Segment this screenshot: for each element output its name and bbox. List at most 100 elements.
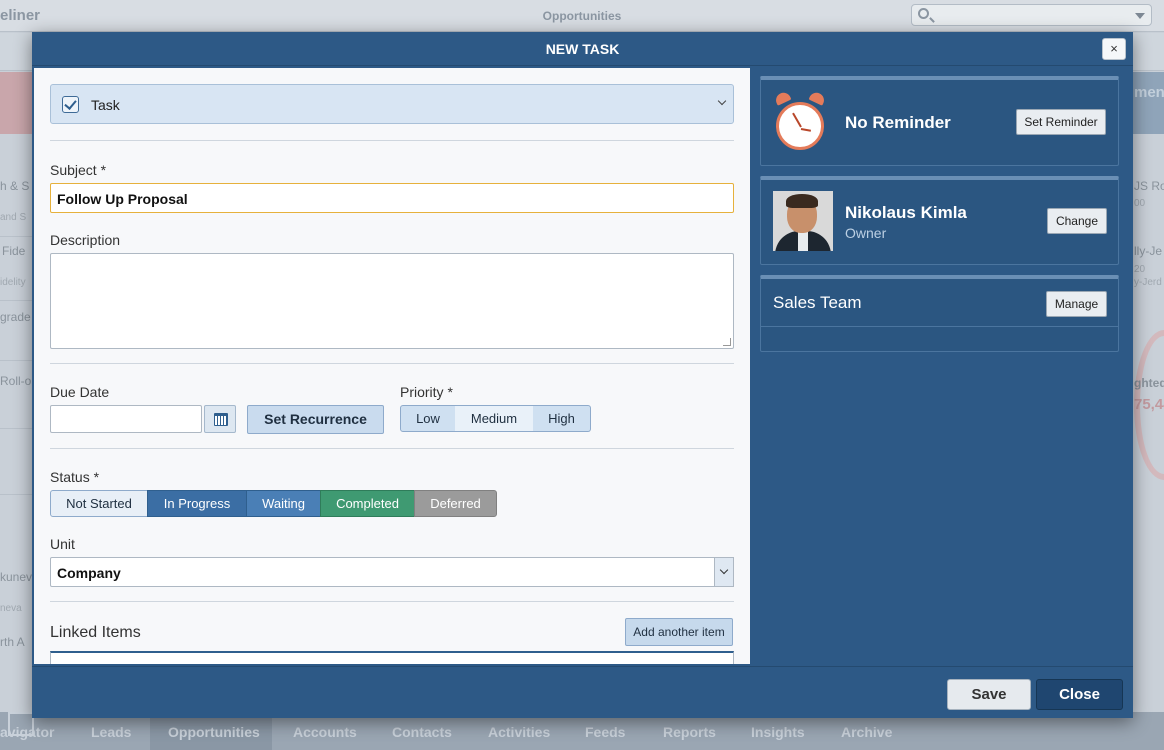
close-icon: × [1110, 41, 1118, 56]
nav-item-accounts[interactable]: Accounts [293, 724, 357, 740]
status-waiting-option[interactable]: Waiting [246, 490, 321, 517]
background-row-subtext: idelity [0, 277, 26, 288]
background-right-label: ghted [1134, 376, 1164, 390]
linked-items-title: Linked Items [50, 624, 141, 641]
owner-role: Owner [845, 225, 887, 241]
dialog-footer: Save Close [32, 666, 1133, 718]
background-row-text: h & S [0, 179, 30, 193]
nav-item-insights[interactable]: Insights [751, 724, 805, 740]
subject-label: Subject * [50, 162, 107, 178]
owner-card: Nikolaus Kimla Owner Change [760, 176, 1119, 265]
background-right-subtext: 00 [1134, 198, 1146, 209]
subject-input[interactable]: Follow Up Proposal [50, 183, 734, 213]
background-right-header-band [1132, 72, 1164, 134]
background-row-text: Fide [2, 244, 26, 258]
owner-avatar [773, 191, 833, 251]
activity-type-value: Task [91, 97, 120, 113]
sales-team-card: Sales Team Manage [760, 275, 1119, 352]
nav-item-activities[interactable]: Activities [488, 724, 550, 740]
background-header-band [0, 72, 32, 134]
dialog-close-button[interactable]: × [1102, 38, 1126, 60]
subject-value: Follow Up Proposal [57, 191, 188, 207]
status-deferred-option[interactable]: Deferred [414, 490, 497, 517]
nav-item-archive[interactable]: Archive [841, 724, 892, 740]
priority-label: Priority * [400, 384, 453, 400]
set-recurrence-button[interactable]: Set Recurrence [247, 405, 384, 434]
unit-dropdown-chevron-icon[interactable] [714, 557, 734, 587]
nav-item-opportunities[interactable]: Opportunities [168, 724, 260, 740]
background-row-divider [0, 360, 32, 361]
linked-items-input[interactable] [50, 651, 734, 664]
avatar-hair [786, 194, 818, 208]
calendar-button[interactable] [204, 405, 236, 433]
task-form: Task Subject * Follow Up Proposal Descri… [34, 68, 750, 664]
alarm-bell-right [808, 90, 827, 106]
status-in-progress-option[interactable]: In Progress [147, 490, 247, 517]
calendar-icon [214, 413, 228, 426]
task-checkbox-icon [62, 96, 79, 113]
owner-name: Nikolaus Kimla [845, 203, 967, 222]
background-right-subtext: 20 [1134, 264, 1146, 275]
priority-high-option[interactable]: High [533, 405, 591, 432]
dialog-titlebar: NEW TASK × [32, 32, 1133, 66]
save-button[interactable]: Save [947, 679, 1031, 710]
status-completed-option[interactable]: Completed [320, 490, 415, 517]
nav-item-contacts[interactable]: Contacts [392, 724, 452, 740]
close-button[interactable]: Close [1036, 679, 1123, 710]
alarm-clock-icon [773, 90, 833, 155]
change-owner-button[interactable]: Change [1047, 208, 1107, 234]
nav-item-navigator[interactable]: avigator [0, 724, 54, 740]
add-another-item-button[interactable]: Add another item [625, 618, 733, 646]
chevron-down-icon [717, 96, 727, 106]
background-row-text: rth A [0, 635, 25, 649]
new-task-dialog: NEW TASK × Task Subject * Follow Up Prop… [32, 32, 1133, 718]
set-reminder-button[interactable]: Set Reminder [1016, 109, 1106, 135]
background-right-value: 75,44 [1134, 396, 1164, 413]
background-row-subtext: neva [0, 603, 22, 614]
background-row-text: kunev [0, 570, 33, 584]
background-row-text: Roll-o [0, 374, 32, 388]
background-right-text: lly-Je [1134, 244, 1163, 258]
form-divider [50, 448, 734, 449]
background-row-divider [0, 300, 32, 301]
dialog-title: NEW TASK [545, 41, 620, 57]
background-row-divider [0, 236, 32, 237]
background-row-divider [0, 428, 32, 429]
avatar-shirt [798, 231, 808, 251]
background-row-subtext: and S [0, 212, 27, 223]
form-divider [50, 140, 734, 141]
unit-select[interactable]: Company [50, 557, 734, 587]
sales-team-divider [761, 326, 1118, 327]
background-search-box[interactable] [911, 4, 1152, 26]
description-label: Description [50, 232, 121, 248]
background-row-divider [0, 494, 32, 495]
due-date-label: Due Date [50, 384, 110, 400]
sales-team-title: Sales Team [773, 293, 862, 312]
background-right-header: men [1134, 84, 1164, 101]
unit-label: Unit [50, 536, 75, 552]
status-label: Status * [50, 469, 100, 485]
reminder-title: No Reminder [845, 113, 951, 132]
background-topbar: eliner Opportunities [0, 0, 1164, 32]
background-right-subtext: y-Jerd [1134, 277, 1162, 288]
chevron-down-icon [1135, 13, 1145, 19]
status-not-started-option[interactable]: Not Started [50, 490, 148, 517]
activity-type-select[interactable]: Task [50, 84, 734, 124]
task-side-panel: No Reminder Set Reminder Nikolaus Kimla … [752, 68, 1131, 664]
nav-item-reports[interactable]: Reports [663, 724, 716, 740]
background-row-text: grade [0, 310, 31, 324]
nav-item-leads[interactable]: Leads [91, 724, 131, 740]
manage-sales-team-button[interactable]: Manage [1046, 291, 1107, 317]
due-date-input[interactable] [50, 405, 202, 433]
form-divider [50, 601, 734, 602]
priority-low-option[interactable]: Low [400, 405, 456, 432]
reminder-card: No Reminder Set Reminder [760, 76, 1119, 166]
nav-item-feeds[interactable]: Feeds [585, 724, 625, 740]
unit-value: Company [57, 565, 121, 581]
priority-medium-option[interactable]: Medium [455, 405, 534, 432]
background-right-text: JS Ro [1134, 179, 1164, 193]
form-divider [50, 363, 734, 364]
search-icon [918, 8, 929, 19]
description-textarea[interactable] [50, 253, 734, 349]
resize-grip-icon[interactable] [723, 338, 731, 346]
